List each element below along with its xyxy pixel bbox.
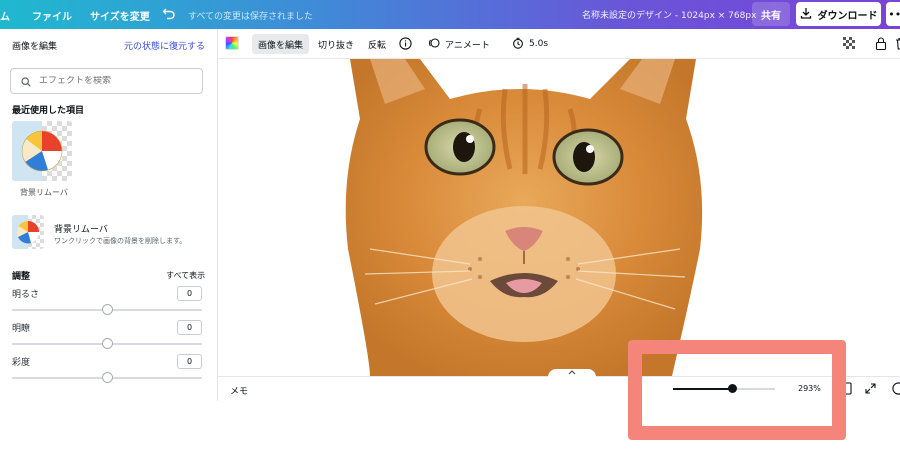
background-remover-effect[interactable]: 背景リムーバ ワンクリックで画像の背景を削除します。	[12, 215, 212, 251]
effect-thumbnail	[12, 215, 44, 249]
download-icon	[800, 7, 812, 22]
lock-icon[interactable]	[874, 36, 888, 50]
slider-label: 明瞭	[12, 324, 31, 334]
duration-label: 5.0s	[529, 39, 549, 49]
help-icon[interactable]	[892, 382, 900, 395]
animate-icon	[428, 37, 440, 52]
restore-original-link[interactable]: 元の状態に復元する	[124, 39, 205, 52]
resize-menu[interactable]: サイズを変更	[90, 8, 150, 23]
download-label: ダウンロード	[817, 10, 878, 22]
document-title[interactable]: 名称未設定のデザイン - 1024px × 768px	[582, 8, 756, 21]
slider-value-input[interactable]: 0	[177, 320, 202, 335]
edit-image-panel: 画像を編集 元の状態に復元する 最近使用した項目 背景リムーバ	[0, 29, 218, 401]
brightness-slider-row: 明るさ 0	[12, 286, 202, 321]
transparency-icon[interactable]	[842, 36, 856, 50]
file-menu[interactable]: ファイル	[32, 8, 72, 23]
notes-button[interactable]: メモ	[230, 384, 248, 397]
download-button[interactable]: ダウンロード	[796, 2, 881, 26]
effect-name: 背景リムーバ	[54, 225, 108, 235]
collapse-handle[interactable]	[548, 369, 596, 379]
crop-button[interactable]: 切り抜き	[312, 34, 360, 54]
top-bar: ム ファイル サイズを変更 すべての変更は保存されました 名称未設定のデザイン …	[0, 0, 900, 29]
effect-description: ワンクリックで画像の背景を削除します。	[54, 237, 187, 245]
more-options-button[interactable]: •••	[886, 2, 900, 26]
beach-ball-icon	[16, 221, 40, 244]
animate-button[interactable]: アニメート	[422, 34, 496, 54]
fullscreen-icon[interactable]	[864, 382, 877, 395]
beach-ball-icon	[21, 130, 63, 172]
panel-title: 画像を編集	[12, 42, 58, 52]
adjust-section-title: 調整	[12, 272, 31, 282]
slider-thumb[interactable]	[102, 372, 113, 383]
slider-value-input[interactable]: 0	[177, 286, 202, 301]
delete-icon[interactable]	[894, 36, 900, 50]
recent-effect-thumbnail[interactable]	[12, 121, 72, 181]
saved-status: すべての変更は保存されました	[188, 12, 314, 22]
flip-button[interactable]: 反転	[362, 34, 392, 54]
search-icon	[21, 72, 31, 91]
animate-label: アニメート	[445, 40, 490, 51]
slider-label: 彩度	[12, 358, 31, 368]
show-all-link[interactable]: すべて表示	[166, 270, 205, 281]
clarity-slider-row: 明瞭 0	[12, 320, 202, 355]
slider-thumb[interactable]	[102, 338, 113, 349]
chevron-up-icon	[568, 369, 576, 377]
home-menu[interactable]: ム	[0, 8, 10, 23]
effect-search-box[interactable]	[10, 68, 203, 94]
recent-section-title: 最近使用した項目	[12, 106, 85, 116]
effect-search-input[interactable]	[39, 76, 189, 86]
slider-value-input[interactable]: 0	[177, 354, 202, 369]
share-button[interactable]: 共有	[752, 2, 790, 26]
undo-icon[interactable]	[162, 6, 176, 20]
info-icon[interactable]	[398, 36, 412, 50]
edit-image-button[interactable]: 画像を編集	[252, 34, 310, 54]
color-picker-icon[interactable]	[225, 36, 239, 50]
zoom-highlight-box	[628, 340, 846, 440]
design-canvas[interactable]	[218, 59, 900, 376]
timer-icon	[512, 37, 524, 52]
image-toolbar: 画像を編集 切り抜き 反転 アニメート 5.0s	[218, 29, 900, 59]
slider-thumb[interactable]	[102, 304, 113, 315]
recent-effect-label: 背景リムーバ	[20, 188, 68, 197]
cat-photo[interactable]	[330, 59, 712, 376]
duration-button[interactable]: 5.0s	[506, 34, 554, 54]
slider-label: 明るさ	[12, 290, 40, 300]
saturation-slider-row: 彩度 0	[12, 354, 202, 389]
